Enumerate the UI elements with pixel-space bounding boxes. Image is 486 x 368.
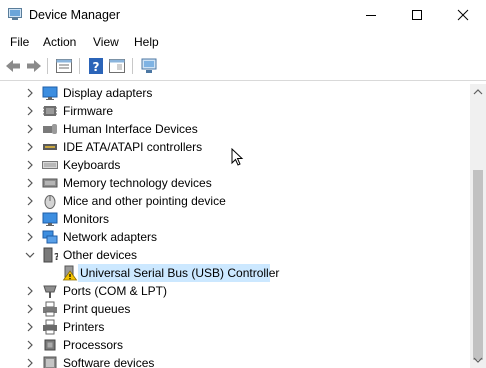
toolbar: ? bbox=[0, 53, 486, 81]
scroll-up-arrow-icon[interactable] bbox=[470, 86, 486, 98]
network-adapter-icon bbox=[42, 230, 58, 244]
chevron-right-icon[interactable] bbox=[25, 88, 35, 98]
print-queue-icon bbox=[43, 301, 57, 317]
tree-item-ports[interactable]: Ports (COM & LPT) bbox=[1, 282, 470, 300]
tree-item-label: Printers bbox=[63, 320, 105, 334]
keyboard-icon bbox=[42, 161, 58, 169]
tree-item-human-interface-devices[interactable]: Human Interface Devices bbox=[1, 120, 470, 138]
chevron-right-icon[interactable] bbox=[25, 286, 35, 296]
toolbar-separator bbox=[47, 58, 48, 74]
mouse-icon bbox=[44, 195, 56, 209]
tree-item-label: Other devices bbox=[63, 248, 138, 262]
chevron-right-icon[interactable] bbox=[25, 106, 35, 116]
device-manager-icon bbox=[8, 8, 22, 20]
tree-item-monitors[interactable]: Monitors bbox=[1, 210, 470, 228]
chevron-down-icon[interactable] bbox=[25, 250, 35, 260]
tree-item-label: IDE ATA/ATAPI controllers bbox=[63, 140, 203, 154]
tree-item-network-adapters[interactable]: Network adapters bbox=[1, 228, 470, 246]
chevron-right-icon[interactable] bbox=[25, 340, 35, 350]
tree-item-other-devices[interactable]: ? Other devices bbox=[1, 246, 470, 264]
menu-action[interactable]: Action bbox=[43, 35, 76, 49]
tree-item-label: Software devices bbox=[63, 356, 155, 368]
close-button[interactable] bbox=[440, 0, 486, 30]
tree-item-printers[interactable]: Printers bbox=[1, 318, 470, 336]
tree-item-label: Human Interface Devices bbox=[63, 122, 198, 136]
memory-device-icon bbox=[42, 178, 58, 188]
menu-bar: File Action View Help bbox=[0, 31, 486, 53]
tree-item-label: Display adapters bbox=[63, 86, 153, 100]
tree-item-label: Monitors bbox=[63, 212, 110, 226]
window-title: Device Manager bbox=[29, 8, 121, 22]
chevron-right-icon[interactable] bbox=[25, 160, 35, 170]
toolbar-separator bbox=[79, 58, 80, 74]
menu-help[interactable]: Help bbox=[134, 35, 159, 49]
svg-text:?: ? bbox=[93, 60, 100, 74]
menu-file[interactable]: File bbox=[10, 35, 29, 49]
monitor-icon bbox=[42, 212, 58, 226]
chevron-right-icon[interactable] bbox=[25, 142, 35, 152]
chevron-right-icon[interactable] bbox=[25, 322, 35, 332]
maximize-icon bbox=[412, 10, 422, 20]
tree-item-label: Firmware bbox=[63, 104, 113, 118]
maximize-button[interactable] bbox=[394, 0, 440, 30]
tree-item-usb-controller[interactable]: Universal Serial Bus (USB) Controller bbox=[1, 264, 470, 282]
other-devices-icon: ? bbox=[43, 247, 58, 263]
tree-item-label: Mice and other pointing device bbox=[63, 194, 226, 208]
port-icon bbox=[43, 285, 57, 298]
tree-item-software-devices[interactable]: Software devices bbox=[1, 354, 470, 368]
menu-view[interactable]: View bbox=[93, 35, 119, 49]
tree-item-label: Memory technology devices bbox=[63, 176, 212, 190]
scroll-down-arrow-icon[interactable] bbox=[470, 354, 486, 366]
tree-item-display-adapters[interactable]: Display adapters bbox=[1, 84, 470, 102]
firmware-icon bbox=[43, 106, 57, 116]
close-icon bbox=[457, 9, 469, 21]
ide-controller-icon bbox=[43, 144, 57, 150]
chevron-right-icon[interactable] bbox=[25, 196, 35, 206]
tree-item-mice[interactable]: Mice and other pointing device bbox=[1, 192, 470, 210]
tree-item-label: Universal Serial Bus (USB) Controller bbox=[80, 266, 280, 280]
title-bar: Device Manager bbox=[0, 0, 486, 30]
scrollbar-thumb[interactable] bbox=[473, 170, 483, 360]
scan-hardware-icon[interactable] bbox=[140, 57, 158, 75]
mouse-cursor-icon bbox=[231, 148, 244, 166]
toolbar-separator bbox=[132, 58, 133, 74]
display-adapter-icon bbox=[42, 86, 58, 100]
software-device-icon bbox=[43, 356, 57, 368]
chevron-right-icon[interactable] bbox=[25, 124, 35, 134]
chevron-right-icon[interactable] bbox=[25, 178, 35, 188]
tree-item-memory-technology-devices[interactable]: Memory technology devices bbox=[1, 174, 470, 192]
warning-device-icon bbox=[62, 265, 78, 281]
tree-item-print-queues[interactable]: Print queues bbox=[1, 300, 470, 318]
properties-pane-icon[interactable] bbox=[55, 57, 73, 75]
chevron-right-icon[interactable] bbox=[25, 214, 35, 224]
tree-item-label: Keyboards bbox=[63, 158, 121, 172]
tree-item-firmware[interactable]: Firmware bbox=[1, 102, 470, 120]
forward-arrow-icon[interactable] bbox=[25, 57, 43, 75]
processor-icon bbox=[44, 339, 56, 351]
svg-text:?: ? bbox=[54, 252, 58, 263]
tree-item-label: Network adapters bbox=[63, 230, 158, 244]
tree-item-processors[interactable]: Processors bbox=[1, 336, 470, 354]
back-arrow-icon[interactable] bbox=[4, 57, 22, 75]
help-icon[interactable]: ? bbox=[87, 57, 105, 75]
tree-item-label: Print queues bbox=[63, 302, 131, 316]
action-pane-icon[interactable] bbox=[108, 57, 126, 75]
printer-icon bbox=[43, 319, 57, 335]
tree-item-label: Processors bbox=[63, 338, 124, 352]
minimize-icon bbox=[366, 15, 376, 16]
device-tree: Display adapters Firmware Human Interfac… bbox=[1, 84, 470, 368]
chevron-right-icon[interactable] bbox=[25, 232, 35, 242]
minimize-button[interactable] bbox=[348, 0, 394, 30]
hid-icon bbox=[43, 124, 57, 134]
chevron-right-icon[interactable] bbox=[25, 358, 35, 368]
tree-item-label: Ports (COM & LPT) bbox=[63, 284, 168, 298]
chevron-right-icon[interactable] bbox=[25, 304, 35, 314]
vertical-scrollbar[interactable] bbox=[470, 84, 486, 368]
